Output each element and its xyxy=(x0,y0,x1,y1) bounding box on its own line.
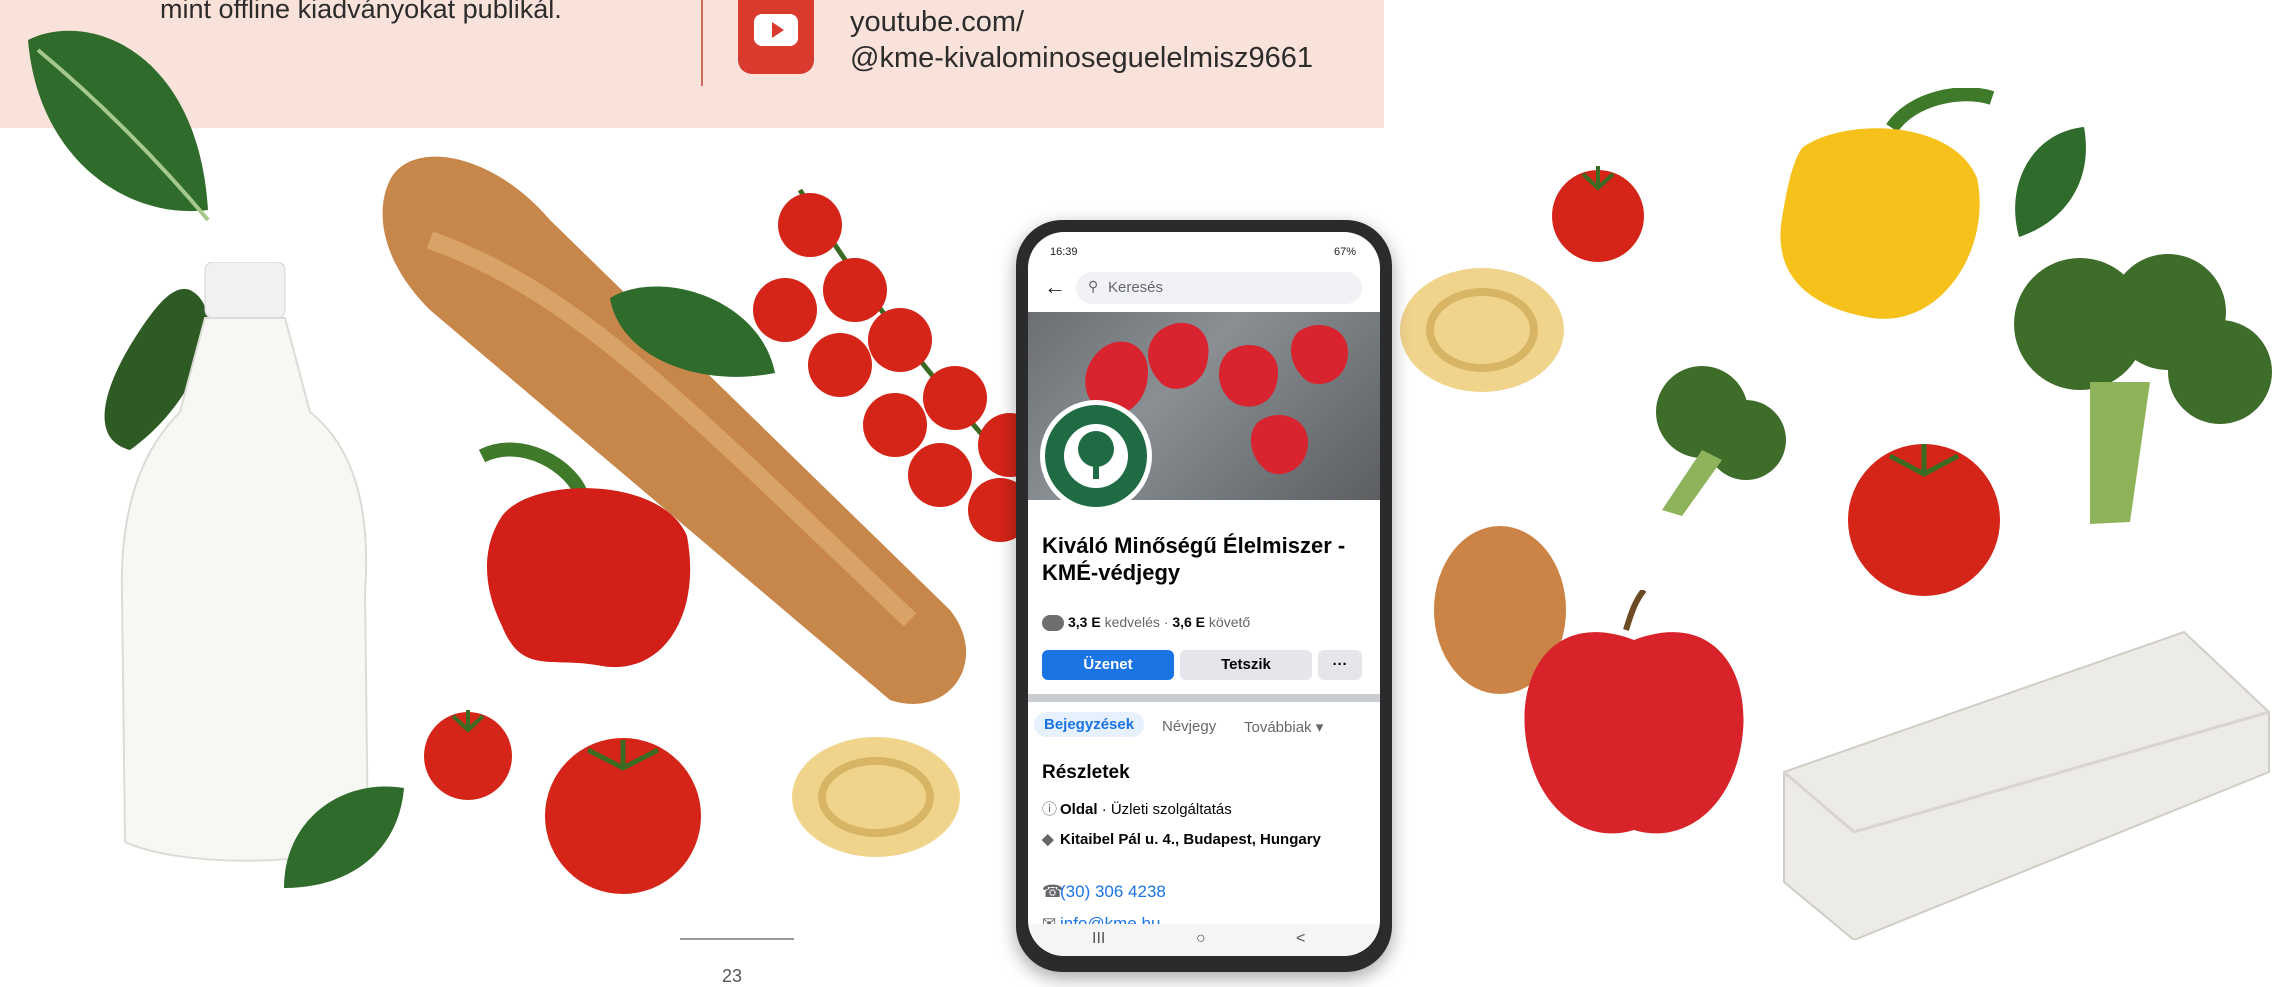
info-icon: ⓘ xyxy=(1042,801,1058,818)
page-tabs: Bejegyzések Névjegy Továbbiak ▾ xyxy=(1028,712,1380,746)
smartphone: 16:39 67% ← ⚲ Keresés Kiváló Minőségű Él… xyxy=(1016,220,1392,972)
tab-about[interactable]: Névjegy xyxy=(1162,718,1216,735)
follower-avatar-icon xyxy=(1042,615,1064,632)
search-placeholder: Keresés xyxy=(1108,279,1164,296)
section-separator xyxy=(1028,694,1380,702)
phone-screen: 16:39 67% ← ⚲ Keresés Kiváló Minőségű Él… xyxy=(1028,232,1380,956)
tree-logo-icon xyxy=(1064,424,1128,488)
status-icons: 67% xyxy=(1333,246,1356,258)
phone-text: (30) 306 4238 xyxy=(1060,882,1166,901)
spinach-leaf-icon xyxy=(28,30,210,222)
followers-label: követő xyxy=(1208,614,1251,630)
page-rule xyxy=(680,938,794,940)
address-text: Kitaibel Pál u. 4., Budapest, Hungary xyxy=(1060,831,1321,848)
red-pepper-icon xyxy=(478,442,691,668)
detail-type: ⓘ Oldal · Üzleti szolgáltatás xyxy=(1042,798,1232,819)
pasta-icon xyxy=(792,737,960,857)
detail-address[interactable]: ◆ Kitaibel Pál u. 4., Budapest, Hungary xyxy=(1042,830,1362,849)
page-number: 23 xyxy=(722,966,743,986)
panel-divider xyxy=(701,0,703,86)
youtube-icon[interactable] xyxy=(738,0,814,74)
broccoli-icon-2 xyxy=(2014,254,2272,524)
recents-nav-button[interactable]: III xyxy=(1092,930,1105,948)
page-logo[interactable] xyxy=(1040,400,1152,512)
spinach-leaf-icon-4 xyxy=(2015,127,2086,237)
youtube-link-line2[interactable]: @kme-kivalominoseguelelmisz9661 xyxy=(850,42,1313,75)
search-bar: ← ⚲ Keresés xyxy=(1040,272,1368,304)
search-icon: ⚲ xyxy=(1088,278,1099,294)
back-arrow-icon[interactable]: ← xyxy=(1044,274,1066,300)
tab-more[interactable]: Továbbiak ▾ xyxy=(1244,718,1323,736)
egg-carton-icon xyxy=(1783,630,2270,940)
map-marker-icon: ◆ xyxy=(1042,831,1054,848)
details-title: Részletek xyxy=(1042,762,1130,783)
message-button[interactable]: Üzenet xyxy=(1042,650,1174,680)
page-name: Kiváló Minőségű Élelmiszer - KMÉ-védjegy xyxy=(1042,533,1346,585)
cherry-tomato-icon xyxy=(424,710,512,800)
youtube-link-line1[interactable]: youtube.com/ xyxy=(850,6,1024,39)
yellow-pepper-icon xyxy=(1780,88,1995,319)
followers-count: 3,6 E xyxy=(1172,614,1206,630)
android-nav-bar: III ○ < xyxy=(1028,924,1380,956)
more-button[interactable]: ··· xyxy=(1318,650,1362,680)
page-stats: 3,3 E kedvelés · 3,6 E követő xyxy=(1042,614,1251,632)
tomato-icon-2 xyxy=(1848,444,2000,596)
search-input[interactable]: ⚲ Keresés xyxy=(1076,272,1362,304)
pasta-icon-2 xyxy=(1400,268,1564,392)
detail-type-label: Oldal xyxy=(1060,801,1098,818)
cherry-tomato-icon-2 xyxy=(1552,166,1644,262)
back-nav-button[interactable]: < xyxy=(1296,930,1305,948)
detail-phone[interactable]: ☎(30) 306 4238 xyxy=(1042,882,1166,902)
tomato-icon xyxy=(545,738,701,894)
status-bar: 16:39 67% xyxy=(1028,232,1380,262)
phone-icon: ☎ xyxy=(1042,882,1064,901)
tab-posts[interactable]: Bejegyzések xyxy=(1034,712,1145,737)
detail-type-value: · Üzleti szolgáltatás xyxy=(1101,801,1232,818)
like-button[interactable]: Tetszik xyxy=(1180,650,1312,680)
home-nav-button[interactable]: ○ xyxy=(1196,930,1206,948)
likes-count: 3,3 E xyxy=(1068,614,1101,630)
status-time: 16:39 xyxy=(1050,246,1078,258)
broccoli-icon xyxy=(1656,366,1786,516)
spinach-leaf-icon-3 xyxy=(284,786,404,888)
apple-icon xyxy=(1524,590,1744,834)
likes-label: kedvelés xyxy=(1104,614,1160,630)
